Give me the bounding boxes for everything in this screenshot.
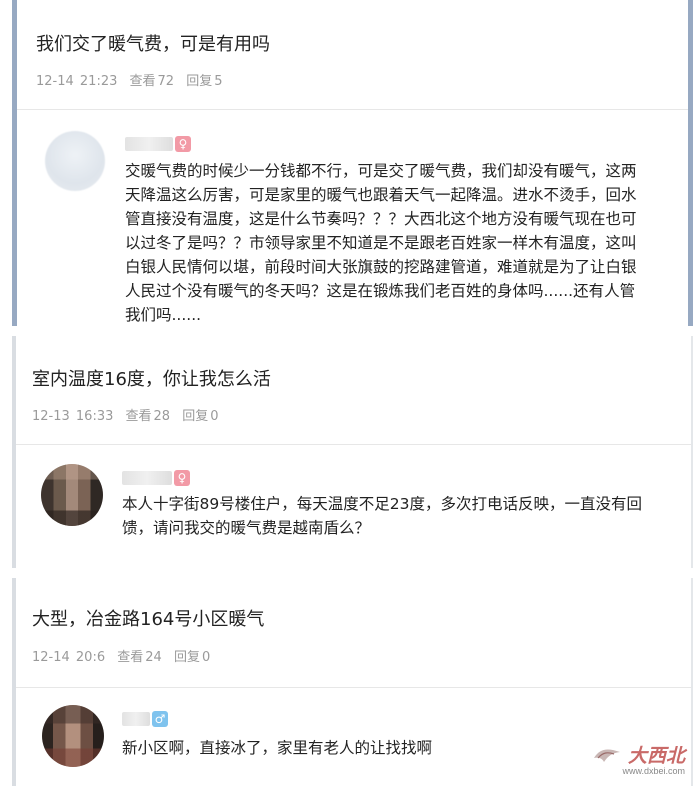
replies-label: 回复: [173, 650, 200, 665]
replies-count: 0: [210, 409, 219, 424]
avatar[interactable]: [41, 464, 103, 526]
male-icon: ♂: [152, 711, 168, 727]
post-time: 12-14 20:6: [32, 650, 106, 665]
post-title[interactable]: 我们交了暖气费，可是有用吗: [36, 30, 270, 56]
watermark-logo: 大西北: [592, 741, 685, 768]
avatar[interactable]: [45, 131, 105, 191]
username-blurred[interactable]: [125, 137, 173, 151]
female-icon: ♀: [174, 470, 190, 486]
views-count: 72: [157, 74, 175, 89]
reply-text: 本人十字街89号楼住户，每天温度不足23度，多次打电话反映，一直没有回馈，请问我…: [122, 495, 642, 537]
replies-label: 回复: [182, 409, 209, 424]
female-icon: ♀: [175, 136, 191, 152]
username-blurred[interactable]: [122, 712, 150, 726]
username-blurred[interactable]: [122, 471, 172, 485]
divider: [16, 687, 691, 688]
post-title[interactable]: 室内温度16度，你让我怎么活: [32, 365, 271, 391]
divider: [17, 109, 688, 110]
views-label: 查看: [129, 74, 156, 89]
post-meta: 12-13 16:33 查看 28 回复 0: [32, 405, 225, 424]
reply-text: 交暖气费的时候少一分钱都不行，可是交了暖气费，我们却没有暖气，这两天降温这么厉害…: [125, 162, 637, 324]
post-card: 我们交了暖气费，可是有用吗 12-14 21:23 查看 72 回复 5 ♀ 交暖气…: [12, 0, 693, 326]
views-label: 查看: [125, 409, 152, 424]
watermark-text: 大西北: [627, 745, 685, 767]
post-meta: 12-14 21:23 查看 72 回复 5: [36, 70, 229, 89]
replies-count: 5: [214, 74, 223, 89]
post-card: 室内温度16度，你让我怎么活 12-13 16:33 查看 28 回复 0 ♀ 本人…: [12, 336, 693, 568]
post-card: 大型，冶金路164号小区暖气 12-14 20:6 查看 24 回复 0 ♂ 新小区…: [12, 578, 693, 786]
views-count: 28: [153, 409, 171, 424]
post-meta: 12-14 20:6 查看 24 回复 0: [32, 646, 216, 665]
views-label: 查看: [117, 650, 144, 665]
divider: [16, 444, 691, 445]
views-count: 24: [145, 650, 162, 665]
post-time: 12-14 21:23: [36, 74, 118, 89]
post-time: 12-13 16:33: [32, 409, 114, 424]
site-watermark: 大西北 www.dxbei.com: [592, 741, 685, 776]
reply-text: 新小区啊，直接冰了，家里有老人的让找找啊: [122, 739, 433, 757]
replies-count: 0: [201, 650, 211, 665]
bird-logo-icon: [593, 749, 620, 762]
replies-label: 回复: [186, 74, 213, 89]
post-title[interactable]: 大型，冶金路164号小区暖气: [32, 605, 264, 631]
avatar[interactable]: [42, 705, 104, 767]
